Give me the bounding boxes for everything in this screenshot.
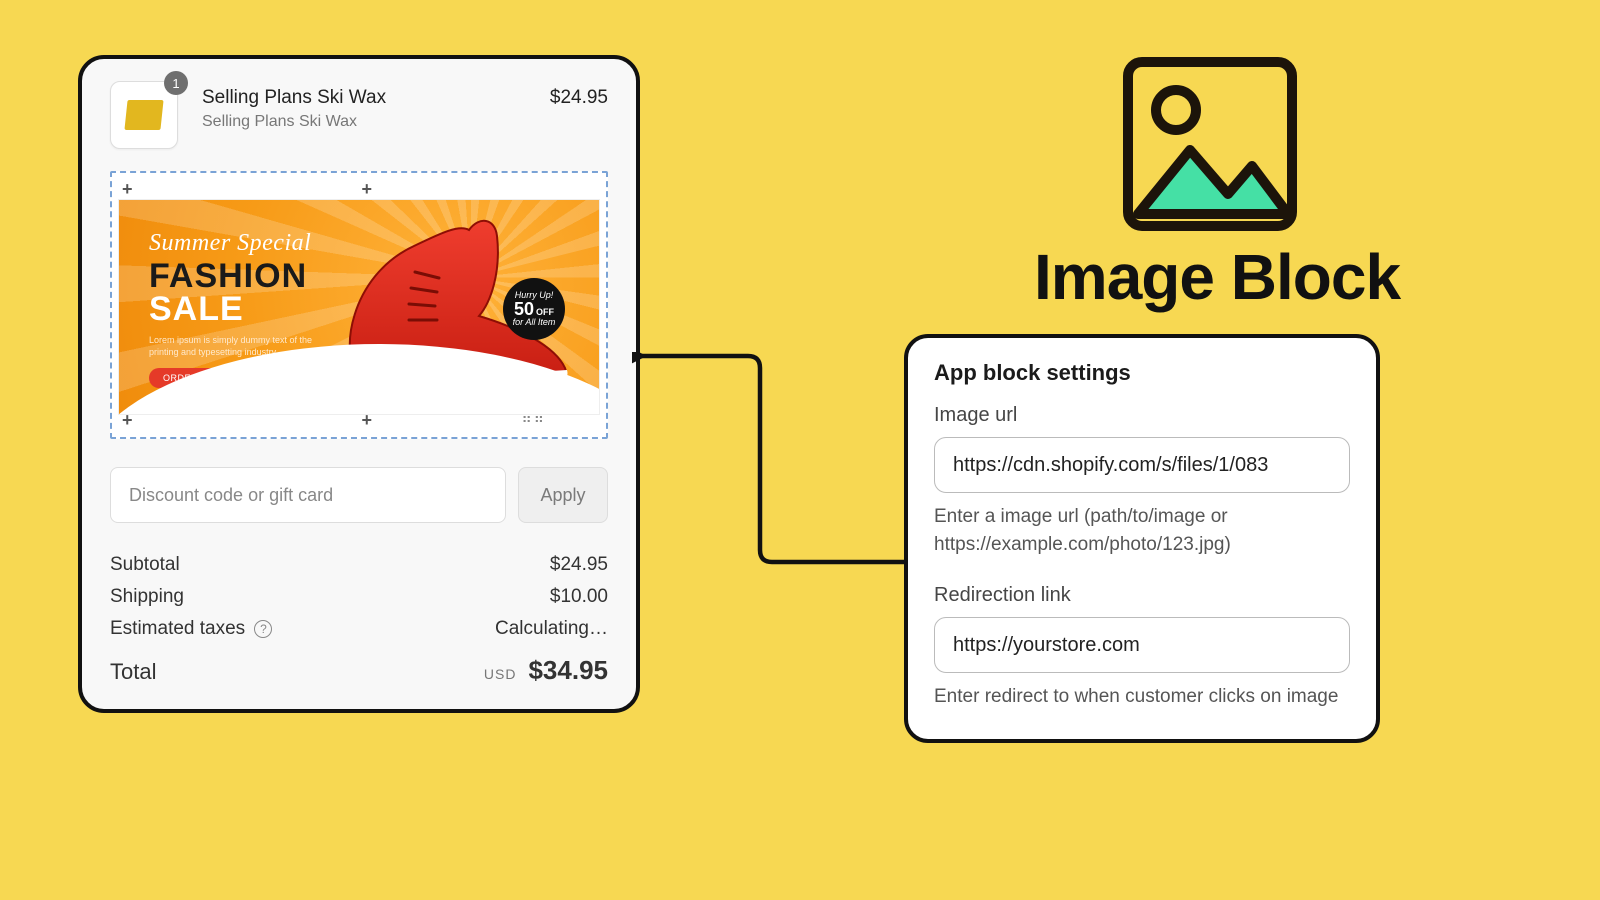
total-label: Total — [110, 659, 156, 685]
product-titles: Selling Plans Ski Wax Selling Plans Ski … — [202, 81, 550, 131]
redirect-input[interactable] — [934, 617, 1350, 673]
discount-row: Apply — [110, 467, 608, 523]
redirect-label: Redirection link — [934, 584, 1350, 607]
apply-button[interactable]: Apply — [518, 467, 608, 523]
banner-cta-button[interactable]: ORDER NOW — [149, 368, 239, 388]
product-title: Selling Plans Ski Wax — [202, 87, 550, 109]
image-block-icon — [1120, 54, 1300, 234]
subtotal-label: Subtotal — [110, 554, 180, 576]
currency-code: USD — [484, 666, 517, 682]
subtotal-value: $24.95 — [550, 554, 608, 576]
banner-script-text: Summer Special — [149, 230, 319, 257]
discount-code-input[interactable] — [110, 467, 506, 523]
banner-lorem: Lorem ipsum is simply dummy text of the … — [149, 335, 319, 358]
cart-line-item: 1 Selling Plans Ski Wax Selling Plans Sk… — [110, 81, 608, 149]
taxes-label: Estimated taxes — [110, 618, 245, 639]
settings-heading: App block settings — [934, 360, 1350, 386]
line-item-price: $24.95 — [550, 87, 608, 109]
plus-icon: + — [122, 179, 133, 200]
image-url-label: Image url — [934, 404, 1350, 427]
shipping-label: Shipping — [110, 586, 184, 608]
image-url-help: Enter a image url (path/to/image or http… — [934, 503, 1350, 558]
image-block-slot[interactable]: + + + + ⠿⠿ Summer Special FASHION SALE L… — [110, 171, 608, 439]
total-value: $34.95 — [528, 655, 608, 686]
checkout-summary-card: 1 Selling Plans Ski Wax Selling Plans Sk… — [78, 55, 640, 713]
product-subtitle: Selling Plans Ski Wax — [202, 113, 550, 131]
tag-off: OFF — [536, 308, 554, 317]
product-image-placeholder — [124, 100, 163, 130]
shipping-value: $10.00 — [550, 586, 608, 608]
plus-icon: + — [361, 179, 372, 200]
image-url-input[interactable] — [934, 437, 1350, 493]
tag-percent: 50 — [514, 300, 534, 318]
app-block-settings-card: App block settings Image url Enter a ima… — [904, 334, 1380, 743]
help-icon[interactable]: ? — [254, 620, 272, 638]
tag-sub-text: for All Item — [513, 318, 556, 327]
image-block-title: Image Block — [1034, 240, 1400, 314]
promo-banner[interactable]: Summer Special FASHION SALE Lorem ipsum … — [118, 199, 600, 415]
connector-arrow-icon — [632, 352, 912, 582]
order-summary: Subtotal $24.95 Shipping $10.00 Estimate… — [110, 549, 608, 686]
discount-tag: Hurry Up! 50 OFF for All Item — [503, 278, 565, 340]
banner-copy: Summer Special FASHION SALE Lorem ipsum … — [149, 230, 319, 388]
taxes-value: Calculating… — [495, 618, 608, 640]
quantity-badge: 1 — [164, 71, 188, 95]
product-thumb-wrap: 1 — [110, 81, 178, 149]
redirect-help: Enter redirect to when customer clicks o… — [934, 683, 1350, 711]
